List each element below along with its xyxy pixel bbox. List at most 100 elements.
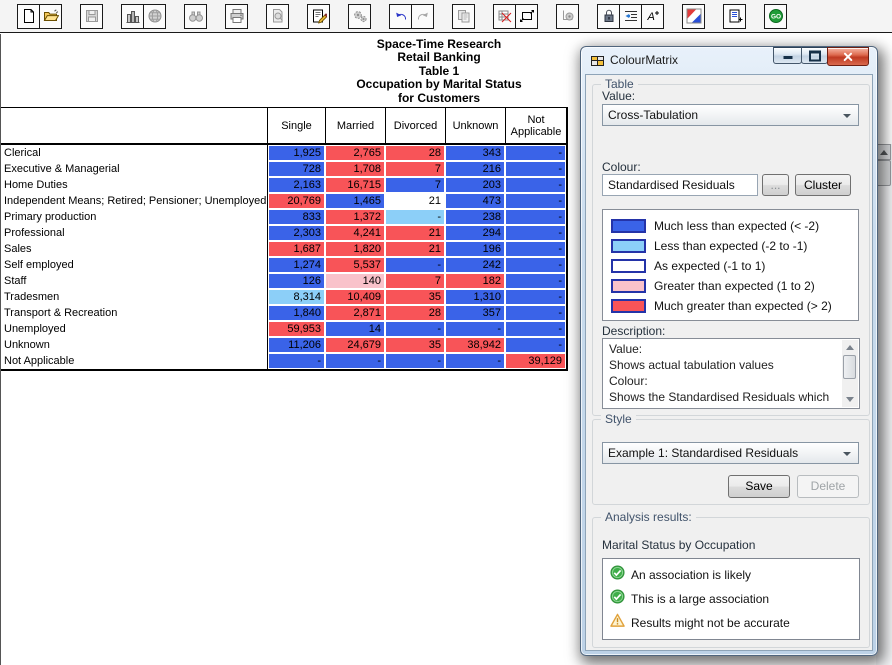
- table-cell[interactable]: 1,708: [325, 161, 385, 177]
- table-cell[interactable]: -: [505, 145, 566, 161]
- bar-chart-button[interactable]: [121, 4, 144, 29]
- column-header[interactable]: Single: [268, 108, 325, 145]
- column-header[interactable]: Not Applicable: [505, 108, 566, 145]
- table-cell[interactable]: -: [268, 353, 325, 369]
- table-cell[interactable]: -: [385, 353, 445, 369]
- table-cell[interactable]: -: [505, 321, 566, 337]
- delete-rows-button[interactable]: [493, 4, 516, 29]
- row-label[interactable]: Staff: [1, 273, 268, 289]
- row-label[interactable]: Unknown: [1, 337, 268, 353]
- colour-field[interactable]: Standardised Residuals: [602, 174, 758, 196]
- column-header[interactable]: Divorced: [385, 108, 445, 145]
- table-vertical-scrollbar[interactable]: [876, 144, 892, 665]
- close-button[interactable]: [827, 47, 869, 66]
- table-cell[interactable]: 1,274: [268, 257, 325, 273]
- scrollbar-thumb[interactable]: [876, 160, 891, 186]
- table-cell[interactable]: -: [505, 209, 566, 225]
- table-cell[interactable]: -: [505, 305, 566, 321]
- minimize-button[interactable]: [773, 47, 802, 64]
- style-combobox[interactable]: Example 1: Standardised Residuals: [602, 442, 859, 464]
- column-header[interactable]: Unknown: [445, 108, 505, 145]
- table-cell[interactable]: -: [325, 353, 385, 369]
- table-cell[interactable]: 182: [445, 273, 505, 289]
- maximize-button[interactable]: [801, 47, 828, 64]
- go-button[interactable]: GO: [764, 4, 787, 29]
- table-cell[interactable]: 833: [268, 209, 325, 225]
- table-cell[interactable]: 59,953: [268, 321, 325, 337]
- table-cell[interactable]: 7: [385, 273, 445, 289]
- table-cell[interactable]: 1,687: [268, 241, 325, 257]
- table-cell[interactable]: 11,206: [268, 337, 325, 353]
- row-label[interactable]: Primary production: [1, 209, 268, 225]
- table-cell[interactable]: -: [505, 193, 566, 209]
- reshape-table-button[interactable]: [515, 4, 538, 29]
- column-header[interactable]: Married: [325, 108, 385, 145]
- table-cell[interactable]: 203: [445, 177, 505, 193]
- table-cell[interactable]: 2,765: [325, 145, 385, 161]
- table-cell[interactable]: 16,715: [325, 177, 385, 193]
- row-label[interactable]: Independent Means; Retired; Pensioner; U…: [1, 193, 268, 209]
- table-cell[interactable]: -: [505, 177, 566, 193]
- scroll-up-button[interactable]: [876, 144, 891, 160]
- new-report-button[interactable]: [723, 4, 746, 29]
- table-cell[interactable]: 28: [385, 145, 445, 161]
- table-cell[interactable]: -: [505, 161, 566, 177]
- table-cell[interactable]: 216: [445, 161, 505, 177]
- table-cell[interactable]: -: [385, 257, 445, 273]
- table-cell[interactable]: 196: [445, 241, 505, 257]
- table-cell[interactable]: 242: [445, 257, 505, 273]
- table-cell[interactable]: 140: [325, 273, 385, 289]
- row-label[interactable]: Tradesmen: [1, 289, 268, 305]
- table-cell[interactable]: -: [505, 289, 566, 305]
- row-label[interactable]: Transport & Recreation: [1, 305, 268, 321]
- new-document-button[interactable]: [17, 4, 40, 29]
- table-cell[interactable]: 35: [385, 337, 445, 353]
- table-cell[interactable]: -: [505, 337, 566, 353]
- save-button[interactable]: Save: [728, 475, 790, 498]
- table-cell[interactable]: 294: [445, 225, 505, 241]
- table-cell[interactable]: 7: [385, 161, 445, 177]
- row-label[interactable]: Executive & Managerial: [1, 161, 268, 177]
- row-label[interactable]: Unemployed: [1, 321, 268, 337]
- table-cell[interactable]: 343: [445, 145, 505, 161]
- table-cell[interactable]: 126: [268, 273, 325, 289]
- table-cell[interactable]: 357: [445, 305, 505, 321]
- row-label[interactable]: Professional: [1, 225, 268, 241]
- row-label[interactable]: Clerical: [1, 145, 268, 161]
- table-cell[interactable]: -: [385, 209, 445, 225]
- globe-button[interactable]: [143, 4, 166, 29]
- table-cell[interactable]: 2,303: [268, 225, 325, 241]
- table-cell[interactable]: -: [505, 225, 566, 241]
- table-cell[interactable]: -: [505, 257, 566, 273]
- table-cell[interactable]: 39,129: [505, 353, 566, 369]
- table-cell[interactable]: 728: [268, 161, 325, 177]
- undo-button[interactable]: [389, 4, 412, 29]
- table-cell[interactable]: 1,310: [445, 289, 505, 305]
- scrollbar-thumb[interactable]: [843, 355, 856, 379]
- description-scrollbar[interactable]: [842, 340, 858, 407]
- table-cell[interactable]: 4,241: [325, 225, 385, 241]
- lock-button[interactable]: [597, 4, 620, 29]
- table-cell[interactable]: 38,942: [445, 337, 505, 353]
- print-button[interactable]: [225, 4, 248, 29]
- cluster-button[interactable]: Cluster: [795, 174, 851, 196]
- table-cell[interactable]: 14: [325, 321, 385, 337]
- font-size-button[interactable]: A: [641, 4, 664, 29]
- table-cell[interactable]: 20,769: [268, 193, 325, 209]
- indent-labels-button[interactable]: [619, 4, 642, 29]
- table-cell[interactable]: 1,840: [268, 305, 325, 321]
- row-label[interactable]: Home Duties: [1, 177, 268, 193]
- table-cell[interactable]: 35: [385, 289, 445, 305]
- colour-matrix-button[interactable]: [682, 4, 705, 29]
- table-cell[interactable]: -: [445, 321, 505, 337]
- table-cell[interactable]: -: [385, 321, 445, 337]
- table-cell[interactable]: 238: [445, 209, 505, 225]
- table-cell[interactable]: 2,163: [268, 177, 325, 193]
- table-cell[interactable]: 8,314: [268, 289, 325, 305]
- table-cell[interactable]: 5,537: [325, 257, 385, 273]
- table-cell[interactable]: -: [445, 353, 505, 369]
- browse-button[interactable]: ...: [762, 174, 789, 196]
- table-cell[interactable]: 1,465: [325, 193, 385, 209]
- row-label[interactable]: Self employed: [1, 257, 268, 273]
- table-cell[interactable]: 21: [385, 225, 445, 241]
